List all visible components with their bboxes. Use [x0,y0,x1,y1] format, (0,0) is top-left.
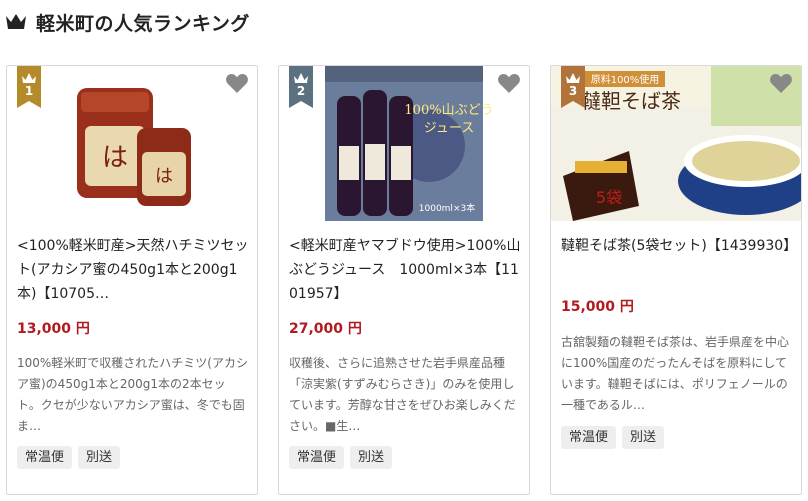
product-description: 古舘製麺の韃靼そば茶は、岩手県産を中心に100%国産のだったんそばを原料にしてい… [561,335,790,412]
tag-list: 常温便 別送 [561,426,665,449]
rank-badge: 1 [17,66,41,108]
product-name[interactable]: <軽米町産ヤマブドウ使用>100%山ぶどうジュース 1000ml×3本【1101… [289,234,523,306]
tag-separate: 別送 [622,426,665,449]
image-overlay-text: 100%山ぶどう [404,103,493,118]
page-title: 軽米町の人気ランキング [36,12,250,35]
tag-shipping: 常温便 [289,446,345,469]
ranking-card-3[interactable]: 原料100%使用 韃靼そば茶 5袋 3 韃靼そば茶(5袋セット)【1439930… [550,65,802,495]
product-image[interactable]: は は [7,66,257,221]
image-overlay-text: 韃靼そば茶 [581,89,681,113]
product-image[interactable]: 原料100%使用 韃靼そば茶 5袋 [551,66,801,221]
svg-text:は: は [155,166,173,187]
tag-shipping: 常温便 [17,446,73,469]
rank-badge: 3 [561,66,585,108]
svg-text:は: は [102,143,128,173]
tag-shipping: 常温便 [561,426,617,449]
product-description: 収穫後、さらに追熟させた岩手県産品種「涼実紫(すずみむらさき)」のみを使用してい… [289,356,516,433]
svg-text:5袋: 5袋 [596,188,622,207]
tag-separate: 別送 [350,446,393,469]
ranking-header: 軽米町の人気ランキング [4,6,250,38]
product-name[interactable]: <100%軽米町産>天然ハチミツセット(アカシア蜜の450g1本と200g1本)… [17,234,251,306]
tag-list: 常温便 別送 [17,446,121,469]
favorite-heart-icon[interactable] [225,72,249,94]
favorite-heart-icon[interactable] [497,72,521,94]
ranking-card-2[interactable]: 100%山ぶどう ジュース 1000ml×3本 2 <軽米町産ヤマブドウ使用>1… [278,65,530,495]
crown-icon [4,10,28,34]
svg-text:ジュース: ジュース [424,121,474,136]
favorite-heart-icon[interactable] [769,72,793,94]
product-name[interactable]: 韃靼そば茶(5袋セット)【1439930】 [561,234,797,258]
tag-separate: 別送 [78,446,121,469]
rank-badge: 2 [289,66,313,108]
tag-list: 常温便 別送 [289,446,393,469]
product-price: 27,000 円 [289,321,362,337]
svg-text:1000ml×3本: 1000ml×3本 [419,202,475,214]
product-price: 13,000 円 [17,321,90,337]
product-description: 100%軽米町で収穫されたハチミツ(アカシア蜜)の450g1本と200g1本の2… [17,356,248,433]
product-image[interactable]: 100%山ぶどう ジュース 1000ml×3本 [279,66,529,221]
product-price: 15,000 円 [561,299,634,315]
ranking-card-1[interactable]: は は 1 <100%軽米町産>天然ハチミツセット(アカシア蜜の450g1本と2… [6,65,258,495]
svg-text:原料100%使用: 原料100%使用 [591,73,660,86]
